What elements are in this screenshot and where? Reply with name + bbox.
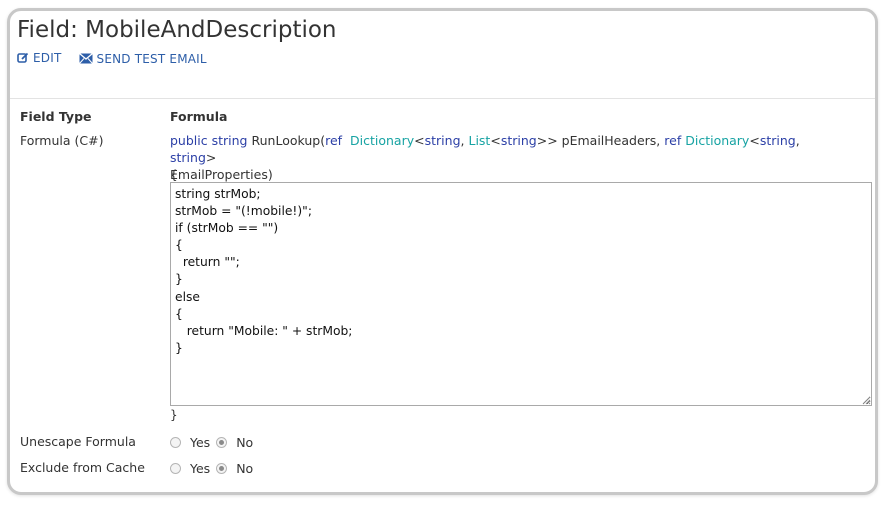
edit-label: EDIT [33, 51, 62, 65]
formula-label: Formula (C#) [20, 133, 104, 148]
send-test-email-button[interactable]: SEND TEST EMAIL [78, 51, 207, 66]
unescape-formula-label: Unescape Formula [20, 434, 136, 449]
open-brace: { [170, 168, 178, 182]
field-type-header: Field Type [20, 109, 92, 124]
exclude-cache-yes-radio[interactable] [170, 463, 181, 474]
action-bar: EDIT SEND TEST EMAIL [17, 51, 220, 67]
unescape-yes-label: Yes [190, 435, 211, 450]
close-brace: } [170, 408, 178, 422]
resize-grip-icon[interactable] [862, 396, 871, 405]
exclude-cache-yes-label: Yes [190, 461, 211, 476]
page-title: Field: MobileAndDescription [17, 17, 337, 43]
header-divider [10, 98, 875, 99]
exclude-cache-no-label: No [236, 461, 254, 476]
formula-header: Formula [170, 109, 228, 124]
field-panel: Field: MobileAndDescription EDIT SEND TE… [7, 8, 878, 495]
send-test-email-label: SEND TEST EMAIL [96, 51, 207, 66]
exclude-cache-label: Exclude from Cache [20, 460, 145, 475]
envelope-icon [78, 53, 93, 64]
edit-button[interactable]: EDIT [17, 51, 62, 65]
unescape-no-radio[interactable] [216, 437, 228, 448]
formula-code-editor[interactable]: string strMob; strMob = "(!mobile!)"; if… [170, 182, 872, 406]
method-signature: public string RunLookup(ref Dictionary<s… [170, 133, 800, 182]
exclude-cache-radios: Yes No [170, 461, 259, 476]
unescape-no-label: No [236, 435, 254, 450]
edit-icon [17, 52, 29, 63]
unescape-formula-radios: Yes No [170, 435, 259, 450]
unescape-yes-radio[interactable] [170, 437, 181, 448]
exclude-cache-no-radio[interactable] [216, 463, 228, 474]
